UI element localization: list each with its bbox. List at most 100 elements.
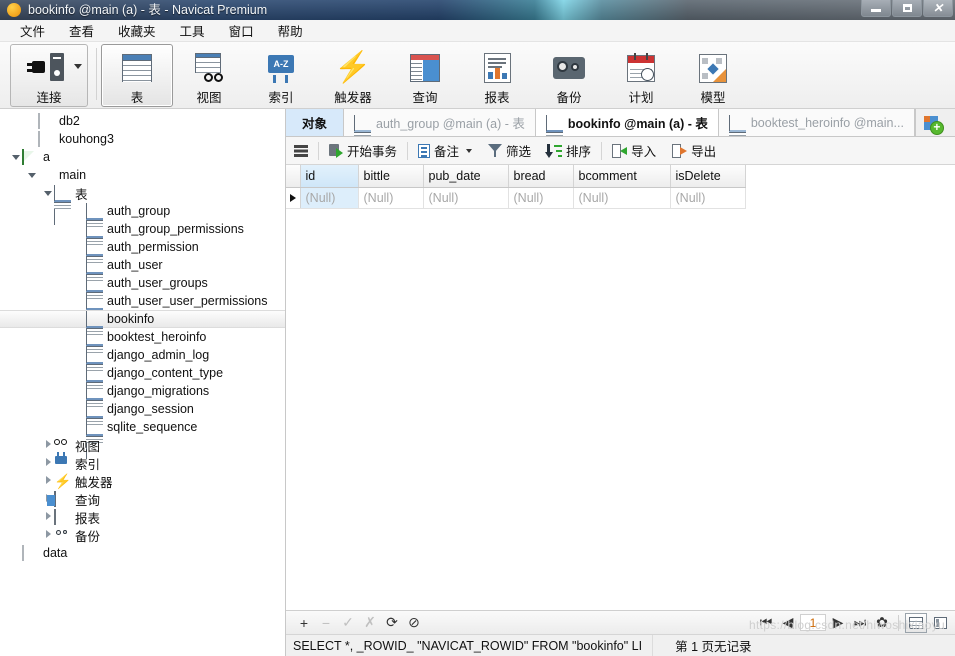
column-header-isDelete[interactable]: isDelete bbox=[670, 165, 746, 188]
last-page-icon[interactable]: ⏭ bbox=[850, 613, 870, 633]
form-view-button[interactable] bbox=[929, 613, 951, 633]
export-button[interactable]: 导出 bbox=[664, 138, 724, 164]
tree-node-[interactable]: 报表 bbox=[0, 508, 285, 526]
toolbar-button-query[interactable]: 查询 bbox=[389, 44, 461, 107]
tree-expander-closed-icon[interactable] bbox=[42, 440, 54, 450]
cell-bcomment[interactable]: (Null) bbox=[573, 187, 671, 209]
tree-node-auth-user-user-permissions[interactable]: auth_user_user_permissions bbox=[0, 292, 285, 333]
tab-booktest-heroinfo[interactable]: booktest_heroinfo @main... bbox=[718, 109, 915, 136]
data-grid[interactable]: id bittle pub_date bread bcomment isDelete (Nu… bbox=[286, 165, 955, 610]
cell-bittle[interactable]: (Null) bbox=[358, 187, 424, 209]
tree-node-django-session[interactable]: django_session bbox=[0, 400, 285, 441]
note-button[interactable]: 备注 bbox=[410, 138, 480, 164]
tree-node-bookinfo[interactable]: bookinfo bbox=[0, 310, 285, 351]
tree-node-auth-permission[interactable]: auth_permission bbox=[0, 238, 285, 279]
record-edit-buttons[interactable]: + − ✓ ✗ ⟳ ⊘ bbox=[286, 613, 424, 633]
tree-node-[interactable]: 查询 bbox=[0, 490, 285, 508]
cell-bread[interactable]: (Null) bbox=[508, 187, 574, 209]
grid-view-button[interactable] bbox=[905, 612, 927, 633]
column-header-bittle[interactable]: bittle bbox=[358, 165, 424, 188]
toolbar-button-trigger[interactable]: ⚡ 触发器 bbox=[317, 44, 389, 107]
cell-id[interactable]: (Null) bbox=[300, 187, 359, 209]
tree-node-django-migrations[interactable]: django_migrations bbox=[0, 382, 285, 423]
result-table[interactable]: id bittle pub_date bread bcomment isDelete (Nu… bbox=[286, 165, 746, 209]
tree-node-auth-group-permissions[interactable]: auth_group_permissions bbox=[0, 220, 285, 261]
tree-expander-open-icon[interactable] bbox=[26, 171, 38, 180]
column-header-id[interactable]: id bbox=[300, 165, 359, 188]
column-header-bcomment[interactable]: bcomment bbox=[573, 165, 671, 188]
minimize-button[interactable] bbox=[861, 0, 891, 17]
chevron-down-icon[interactable] bbox=[74, 64, 82, 69]
menu-window[interactable]: 窗口 bbox=[217, 19, 266, 42]
tree-expander-open-icon[interactable] bbox=[42, 189, 54, 198]
tree-node-[interactable]: 备份 bbox=[0, 526, 285, 544]
tree-expander-closed-icon[interactable] bbox=[42, 530, 54, 540]
tree-node-auth-user-groups[interactable]: auth_user_groups bbox=[0, 274, 285, 315]
tree-node-django-content-type[interactable]: django_content_type bbox=[0, 364, 285, 405]
tree-node-main[interactable]: main bbox=[0, 166, 285, 184]
sort-button[interactable]: 排序 bbox=[539, 138, 599, 164]
tree-node-db2[interactable]: db2 bbox=[0, 112, 285, 130]
connection-tree[interactable]: db2 kouhong3 a main 表 auth_group auth_group_pe… bbox=[0, 109, 285, 562]
tab-bookinfo[interactable]: bookinfo @main (a) - 表 bbox=[535, 109, 719, 136]
filter-button[interactable]: 筛选 bbox=[480, 138, 539, 164]
menu-view[interactable]: 查看 bbox=[57, 19, 106, 42]
tree-node-sqlite-sequence[interactable]: sqlite_sequence bbox=[0, 418, 285, 459]
column-header-bread[interactable]: bread bbox=[508, 165, 574, 188]
row-indicator[interactable] bbox=[286, 187, 301, 209]
cell-pub_date[interactable]: (Null) bbox=[423, 187, 509, 209]
chevron-down-icon[interactable] bbox=[466, 148, 473, 153]
toolbar-button-backup[interactable]: 备份 bbox=[533, 44, 605, 107]
tree-node-a[interactable]: a bbox=[0, 148, 285, 166]
add-record-icon[interactable]: + bbox=[294, 613, 314, 633]
tree-node-booktest-heroinfo[interactable]: booktest_heroinfo bbox=[0, 328, 285, 369]
connection-button[interactable]: 连接 bbox=[10, 44, 88, 107]
tree-node-[interactable]: 索引 bbox=[0, 452, 285, 472]
toolbar-button-index[interactable]: A-Z 索引 bbox=[245, 44, 317, 107]
next-page-icon[interactable]: ▶ bbox=[828, 613, 848, 633]
table-row[interactable]: (Null) (Null) (Null) (Null) (Null) (Null) bbox=[286, 187, 746, 209]
tree-node-auth-user[interactable]: auth_user bbox=[0, 256, 285, 297]
import-button[interactable]: 导入 bbox=[604, 138, 664, 164]
tree-expander-closed-icon[interactable] bbox=[42, 512, 54, 522]
tree-node-[interactable]: 表 bbox=[0, 184, 285, 225]
object-tree-sidebar[interactable]: db2 kouhong3 a main 表 auth_group auth_group_pe… bbox=[0, 109, 286, 656]
menu-favorites[interactable]: 收藏夹 bbox=[106, 19, 168, 42]
page-number-input[interactable]: 1 bbox=[800, 614, 826, 631]
tree-expander-closed-icon[interactable] bbox=[42, 458, 54, 468]
toolbar-button-schedule[interactable]: 计划 bbox=[605, 44, 677, 107]
table-grid-icon bbox=[54, 185, 71, 225]
column-header-pub_date[interactable]: pub_date bbox=[423, 165, 509, 188]
toolbar-button-view[interactable]: 视图 bbox=[173, 44, 245, 107]
stop-icon[interactable]: ⊘ bbox=[404, 613, 424, 633]
prev-page-icon[interactable]: ◀ bbox=[778, 613, 798, 633]
tree-node-kouhong3[interactable]: kouhong3 bbox=[0, 130, 285, 148]
tree-node-[interactable]: ⚡ 触发器 bbox=[0, 472, 285, 490]
menu-help[interactable]: 帮助 bbox=[266, 19, 315, 42]
menu-file[interactable]: 文件 bbox=[8, 19, 57, 42]
toolbar-button-report[interactable]: 报表 bbox=[461, 44, 533, 107]
tree-node-[interactable]: 视图 bbox=[0, 436, 285, 454]
grid-menu-button[interactable] bbox=[286, 138, 316, 164]
first-page-icon[interactable]: ⏮ bbox=[756, 613, 776, 633]
tab-objects-label: 对象 bbox=[302, 117, 328, 131]
cell-isDelete[interactable]: (Null) bbox=[670, 187, 746, 209]
settings-gear-icon[interactable]: ✿ bbox=[872, 613, 892, 633]
menu-tools[interactable]: 工具 bbox=[168, 19, 217, 42]
toolbar-button-table[interactable]: 表 bbox=[101, 44, 173, 107]
close-button[interactable]: ✕ bbox=[923, 0, 953, 17]
refresh-icon[interactable]: ⟳ bbox=[382, 613, 402, 633]
tree-node-data[interactable]: data bbox=[0, 544, 285, 562]
tree-node-django-admin-log[interactable]: django_admin_log bbox=[0, 346, 285, 387]
toolbar-button-model[interactable]: 模型 bbox=[677, 44, 749, 107]
grid-corner-cell[interactable] bbox=[286, 165, 301, 188]
tab-objects[interactable]: 对象 bbox=[286, 109, 345, 136]
tree-expander-open-icon[interactable] bbox=[10, 153, 22, 162]
tree-node-auth-group[interactable]: auth_group bbox=[0, 202, 285, 243]
tab-auth-group[interactable]: auth_group @main (a) - 表 bbox=[344, 109, 536, 136]
begin-transaction-button[interactable]: 开始事务 bbox=[321, 138, 405, 164]
new-tab-button[interactable]: + bbox=[914, 109, 949, 136]
tree-expander-closed-icon[interactable] bbox=[42, 476, 54, 486]
page-navigation[interactable]: ⏮ ◀ 1 ▶ ⏭ ✿ bbox=[756, 612, 955, 633]
maximize-button[interactable] bbox=[892, 0, 922, 17]
